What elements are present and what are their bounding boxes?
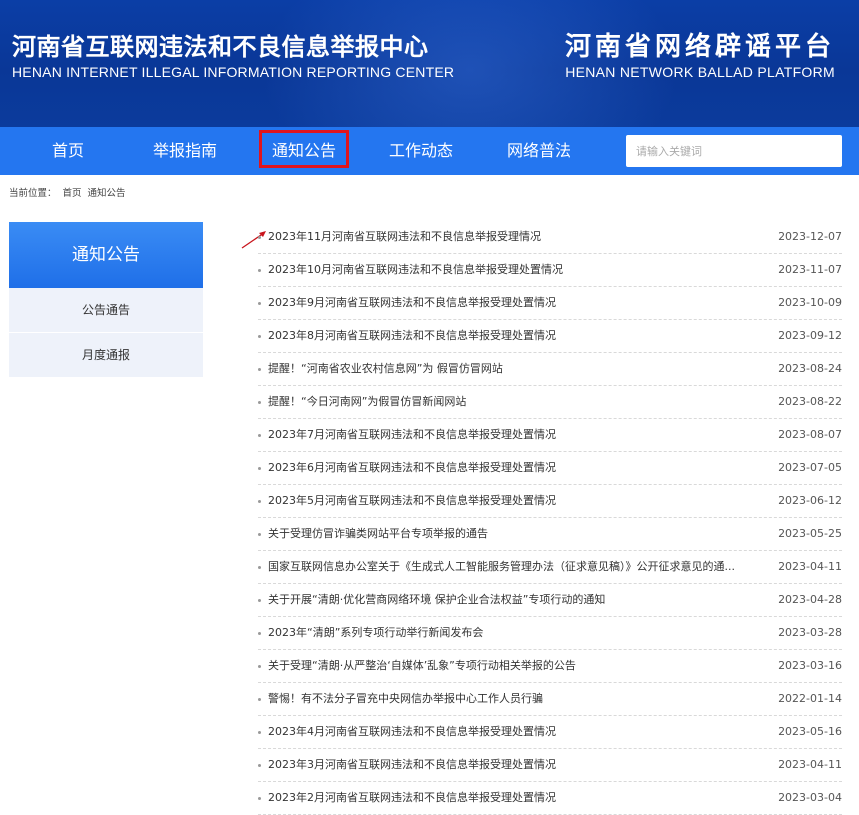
- sidebar: 通知公告 公告通告 月度通报: [9, 222, 203, 378]
- bullet-icon: [258, 269, 261, 272]
- list-item[interactable]: 2023年5月河南省互联网违法和不良信息举报受理处置情况 2023-06-12: [258, 485, 842, 518]
- notice-title[interactable]: 2023年3月河南省互联网违法和不良信息举报受理处置情况: [268, 749, 753, 781]
- list-item[interactable]: 提醒！“今日河南网”为假冒仿冒新闻网站 2023-08-22: [258, 386, 842, 419]
- notice-title[interactable]: 提醒！“今日河南网”为假冒仿冒新闻网站: [268, 386, 753, 418]
- bullet-icon: [258, 368, 261, 371]
- list-item[interactable]: 2023年“清朗”系列专项行动举行新闻发布会 2023-03-28: [258, 617, 842, 650]
- list-item[interactable]: 2023年4月河南省互联网违法和不良信息举报受理处置情况 2023-05-16: [258, 716, 842, 749]
- main-nav: 首页 举报指南 通知公告 工作动态 网络普法: [0, 127, 859, 175]
- notice-title[interactable]: 2023年11月河南省互联网违法和不良信息举报受理情况: [268, 221, 753, 253]
- bullet-icon: [258, 401, 261, 404]
- site-logo-left[interactable]: 河南省互联网违法和不良信息举报中心 HENAN INTERNET ILLEGAL…: [12, 32, 454, 82]
- bullet-icon: [258, 632, 261, 635]
- notice-date: 2023-10-09: [778, 296, 842, 309]
- list-item[interactable]: 2023年6月河南省互联网违法和不良信息举报受理处置情况 2023-07-05: [258, 452, 842, 485]
- breadcrumb-home[interactable]: 首页: [63, 188, 82, 199]
- bullet-icon: [258, 533, 261, 536]
- notice-date: 2023-11-07: [778, 263, 842, 276]
- notice-date: 2023-05-25: [778, 527, 842, 540]
- platform-title-en: HENAN NETWORK BALLAD PLATFORM: [565, 64, 835, 80]
- notice-date: 2023-08-24: [778, 362, 842, 375]
- list-item[interactable]: 2023年7月河南省互联网违法和不良信息举报受理处置情况 2023-08-07: [258, 419, 842, 452]
- site-title-cn: 河南省互联网违法和不良信息举报中心: [12, 32, 429, 61]
- notice-title[interactable]: 警惕！有不法分子冒充中央网信办举报中心工作人员行骗: [268, 683, 753, 715]
- notice-title[interactable]: 2023年9月河南省互联网违法和不良信息举报受理处置情况: [268, 287, 753, 319]
- notice-title[interactable]: 2023年4月河南省互联网违法和不良信息举报受理处置情况: [268, 716, 753, 748]
- notice-list: 2023年11月河南省互联网违法和不良信息举报受理情况 2023-12-07 20…: [258, 221, 842, 815]
- bullet-icon: [258, 731, 261, 734]
- notice-title[interactable]: 关于开展“清朗·优化营商网络环境 保护企业合法权益”专项行动的通知: [268, 584, 753, 616]
- notice-date: 2023-04-11: [778, 560, 842, 573]
- bullet-icon: [258, 500, 261, 503]
- notice-date: 2022-01-14: [778, 692, 842, 705]
- list-item[interactable]: 警惕！有不法分子冒充中央网信办举报中心工作人员行骗 2022-01-14: [258, 683, 842, 716]
- list-item[interactable]: 提醒！“河南省农业农村信息网”为 假冒仿冒网站 2023-08-24: [258, 353, 842, 386]
- notice-title[interactable]: 2023年2月河南省互联网违法和不良信息举报受理处置情况: [268, 782, 753, 814]
- list-item[interactable]: 关于开展“清朗·优化营商网络环境 保护企业合法权益”专项行动的通知 2023-04…: [258, 584, 842, 617]
- breadcrumb-label: 当前位置：: [9, 188, 57, 199]
- list-item[interactable]: 2023年9月河南省互联网违法和不良信息举报受理处置情况 2023-10-09: [258, 287, 842, 320]
- notice-date: 2023-06-12: [778, 494, 842, 507]
- nav-work-news[interactable]: 工作动态: [371, 127, 471, 175]
- list-item[interactable]: 2023年2月河南省互联网违法和不良信息举报受理处置情况 2023-03-04: [258, 782, 842, 815]
- list-item[interactable]: 2023年11月河南省互联网违法和不良信息举报受理情况 2023-12-07: [258, 221, 842, 254]
- site-logo-right[interactable]: 河南省网络辟谣平台 HENAN NETWORK BALLAD PLATFORM: [565, 32, 835, 82]
- notice-date: 2023-07-05: [778, 461, 842, 474]
- notice-date: 2023-04-28: [778, 593, 842, 606]
- notice-title[interactable]: 关于受理“清朗·从严整治‘自媒体’乱象”专项行动相关举报的公告: [268, 650, 753, 682]
- nav-legal-education[interactable]: 网络普法: [489, 127, 589, 175]
- notice-title[interactable]: 2023年“清朗”系列专项行动举行新闻发布会: [268, 617, 753, 649]
- list-item[interactable]: 国家互联网信息办公室关于《生成式人工智能服务管理办法（征求意见稿）》公开征求意见…: [258, 551, 842, 584]
- notice-date: 2023-12-07: [778, 230, 842, 243]
- notice-title[interactable]: 关于受理仿冒诈骗类网站平台专项举报的通告: [268, 518, 753, 550]
- notice-title[interactable]: 2023年8月河南省互联网违法和不良信息举报受理处置情况: [268, 320, 753, 352]
- notice-date: 2023-03-04: [778, 791, 842, 804]
- bullet-icon: [258, 764, 261, 767]
- list-item[interactable]: 2023年10月河南省互联网违法和不良信息举报受理处置情况 2023-11-07: [258, 254, 842, 287]
- bullet-icon: [258, 698, 261, 701]
- notice-date: 2023-08-22: [778, 395, 842, 408]
- notice-date: 2023-09-12: [778, 329, 842, 342]
- bullet-icon: [258, 566, 261, 569]
- sidebar-item-announcements[interactable]: 公告通告: [9, 288, 203, 333]
- notice-title[interactable]: 2023年10月河南省互联网违法和不良信息举报受理处置情况: [268, 254, 753, 286]
- nav-home[interactable]: 首页: [18, 127, 118, 175]
- search-input[interactable]: [626, 135, 842, 167]
- platform-title-cn: 河南省网络辟谣平台: [564, 32, 835, 62]
- notice-title[interactable]: 2023年7月河南省互联网违法和不良信息举报受理处置情况: [268, 419, 753, 451]
- list-item[interactable]: 关于受理仿冒诈骗类网站平台专项举报的通告 2023-05-25: [258, 518, 842, 551]
- nav-report-guide[interactable]: 举报指南: [135, 127, 235, 175]
- bullet-icon: [258, 665, 261, 668]
- bullet-icon: [258, 335, 261, 338]
- list-item[interactable]: 关于受理“清朗·从严整治‘自媒体’乱象”专项行动相关举报的公告 2023-03-1…: [258, 650, 842, 683]
- notice-date: 2023-08-07: [778, 428, 842, 441]
- bullet-icon: [258, 467, 261, 470]
- notice-title[interactable]: 2023年5月河南省互联网违法和不良信息举报受理处置情况: [268, 485, 753, 517]
- bullet-icon: [258, 599, 261, 602]
- notice-date: 2023-05-16: [778, 725, 842, 738]
- bullet-icon: [258, 302, 261, 305]
- breadcrumb: 当前位置： 首页 通知公告: [9, 185, 132, 199]
- notice-title[interactable]: 2023年6月河南省互联网违法和不良信息举报受理处置情况: [268, 452, 753, 484]
- site-title-en: HENAN INTERNET ILLEGAL INFORMATION REPOR…: [12, 64, 455, 80]
- nav-notices[interactable]: 通知公告: [259, 130, 349, 168]
- sidebar-item-monthly-report[interactable]: 月度通报: [9, 333, 203, 378]
- notice-title[interactable]: 国家互联网信息办公室关于《生成式人工智能服务管理办法（征求意见稿）》公开征求意见…: [268, 551, 753, 583]
- notice-date: 2023-04-11: [778, 758, 842, 771]
- bullet-icon: [258, 236, 261, 239]
- header-banner: 河南省互联网违法和不良信息举报中心 HENAN INTERNET ILLEGAL…: [0, 0, 859, 127]
- list-item[interactable]: 2023年8月河南省互联网违法和不良信息举报受理处置情况 2023-09-12: [258, 320, 842, 353]
- sidebar-title: 通知公告: [9, 222, 203, 288]
- list-item[interactable]: 2023年3月河南省互联网违法和不良信息举报受理处置情况 2023-04-11: [258, 749, 842, 782]
- notice-date: 2023-03-16: [778, 659, 842, 672]
- breadcrumb-current[interactable]: 通知公告: [88, 188, 126, 199]
- notice-title[interactable]: 提醒！“河南省农业农村信息网”为 假冒仿冒网站: [268, 353, 753, 385]
- notice-date: 2023-03-28: [778, 626, 842, 639]
- bullet-icon: [258, 434, 261, 437]
